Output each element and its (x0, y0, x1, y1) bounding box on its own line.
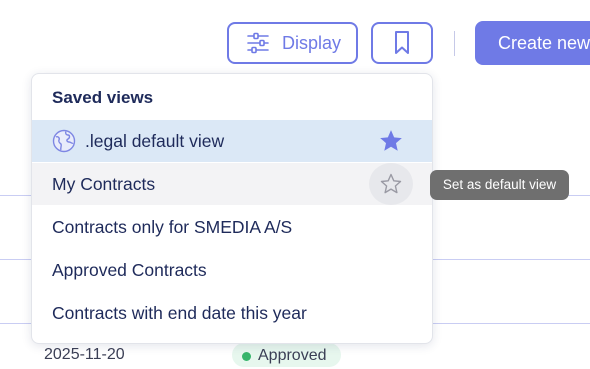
saved-view-item[interactable]: My Contracts (32, 163, 432, 205)
sliders-icon (247, 32, 269, 54)
saved-views-title: Saved views (52, 88, 154, 107)
star-outline-icon (380, 173, 402, 194)
saved-view-label: Approved Contracts (52, 259, 207, 280)
status-badge-label: Approved (258, 347, 327, 364)
saved-view-item[interactable]: .legal default view (32, 120, 432, 162)
saved-view-item[interactable]: Approved Contracts (32, 249, 432, 291)
set-default-tooltip: Set as default view (430, 170, 569, 200)
saved-view-item[interactable]: Contracts only for SMEDIA A/S (32, 206, 432, 248)
display-button[interactable]: Display (227, 22, 358, 64)
saved-views-dropdown: Saved views .legal default view My Contr… (31, 73, 433, 344)
saved-view-label: My Contracts (52, 173, 156, 194)
toolbar-divider (454, 31, 455, 56)
star-filled-icon[interactable] (378, 128, 404, 154)
saved-view-label: Contracts with end date this year (52, 302, 307, 323)
globe-icon (52, 129, 76, 153)
saved-view-label: Contracts only for SMEDIA A/S (52, 216, 293, 237)
set-default-button[interactable] (369, 163, 413, 205)
bookmark-icon (395, 31, 409, 54)
create-new-button[interactable]: Create new (475, 21, 590, 65)
saved-view-item[interactable]: Contracts with end date this year (32, 292, 432, 334)
saved-view-label: .legal default view (85, 130, 225, 151)
status-dot-icon (242, 352, 251, 361)
row-end-date: 2025-11-20 (44, 346, 125, 363)
display-button-label: Display (282, 32, 342, 53)
status-badge: Approved (232, 343, 341, 367)
saved-views-button[interactable] (371, 22, 433, 64)
